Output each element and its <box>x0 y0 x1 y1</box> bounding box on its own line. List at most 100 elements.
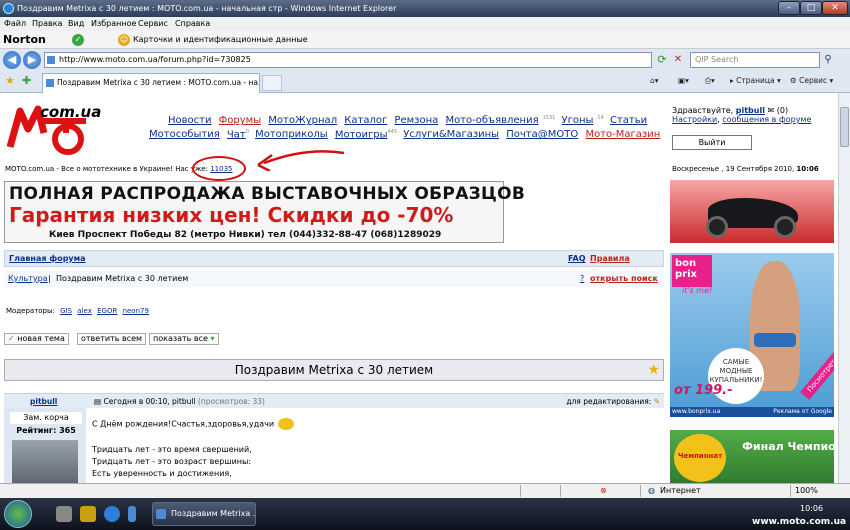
edit-icon[interactable]: ✎ <box>654 397 660 406</box>
page-menu[interactable]: ▸ Страница ▾ <box>730 76 781 85</box>
nav-journal[interactable]: МотоЖурнал <box>268 115 337 126</box>
moderator-link[interactable]: neon79 <box>123 307 149 315</box>
ksk-ad[interactable]: Чемпионат Финал Чемпионата КСК <box>670 430 834 483</box>
nav-news[interactable]: Новости <box>168 115 211 126</box>
post-line: Есть уверенность и достижения, <box>92 469 232 478</box>
ie-icon <box>156 509 166 519</box>
search-icon[interactable]: ⚲ <box>821 52 835 68</box>
close-button[interactable]: ✕ <box>822 1 848 15</box>
address-bar[interactable]: http://www.moto.com.ua/forum.php?id=7308… <box>44 52 652 68</box>
nav-classifieds[interactable]: Мото-объявления <box>445 115 538 126</box>
tab-label: Поздравим Metrixa с 30 летием : MOTO.com… <box>57 78 260 87</box>
feeds-icon[interactable]: ▣▾ <box>678 76 689 85</box>
back-icon[interactable]: ◀ <box>3 51 21 69</box>
window-title: Поздравим Metrixa с 30 летием : MOTO.com… <box>17 4 397 13</box>
username-link[interactable]: pitbull <box>736 106 765 115</box>
nav-thefts[interactable]: Угоны <box>562 115 594 126</box>
show-all-button[interactable]: показать все ▾ <box>149 333 219 345</box>
minimize-button[interactable]: – <box>778 1 800 15</box>
home-icon[interactable]: ⌂▾ <box>650 76 659 85</box>
moderator-link[interactable]: EGOR <box>97 307 117 315</box>
ie-icon[interactable] <box>104 506 120 522</box>
nav-jokes[interactable]: Мотоприколы <box>255 129 328 140</box>
nav-chat[interactable]: Чат <box>227 129 246 140</box>
taskbar: Поздравим Metrixa ... 10:06 <box>0 498 850 530</box>
forum-home-link[interactable]: Главная форума <box>9 251 86 266</box>
menu-help[interactable]: Справка <box>175 17 210 31</box>
add-favorite-icon[interactable]: ✚ <box>22 74 31 87</box>
menu-tools[interactable]: Сервис <box>138 17 168 31</box>
favorites-star-icon[interactable]: ★ <box>5 74 15 87</box>
print-icon[interactable]: ⎙▾ <box>705 76 715 86</box>
quicklaunch-icon[interactable] <box>128 506 136 522</box>
post-author-link[interactable]: pitbull <box>30 394 57 409</box>
nav-articles[interactable]: Статьи <box>610 115 647 126</box>
pm-icon[interactable]: ✉ <box>767 106 774 115</box>
nav-repair[interactable]: Ремзона <box>394 115 438 126</box>
chat-count: 0 <box>245 129 249 135</box>
thread-title: Поздравим Metrixa с 30 летием ★ <box>4 359 664 381</box>
tools-menu[interactable]: ⚙ Сервис ▾ <box>790 76 833 85</box>
nav-events[interactable]: Мотособытия <box>149 129 220 140</box>
forum-messages-link[interactable]: сообщения в форуме <box>722 115 811 124</box>
stop-icon[interactable]: ✕ <box>671 53 685 67</box>
new-topic-button[interactable]: ✓ новая тема <box>4 333 69 345</box>
zoom-level[interactable]: 100% <box>795 484 818 498</box>
new-tab-button[interactable] <box>262 75 282 91</box>
google-ads-label[interactable]: Реклама от Google <box>773 407 832 417</box>
search-input[interactable]: QIP Search <box>690 52 820 68</box>
bonprix-ad[interactable]: bon prix it's me! САМЫЕ МОДНЫЕ КУПАЛЬНИК… <box>670 253 834 417</box>
scroll-thumb[interactable] <box>840 107 849 147</box>
security-icon[interactable]: ⊗ <box>600 484 607 498</box>
tray-clock[interactable]: 10:06 <box>800 504 823 513</box>
logout-button[interactable]: Выйти <box>672 135 752 150</box>
help-link[interactable]: ? <box>580 270 584 287</box>
page-scrollbar[interactable] <box>838 93 850 483</box>
main-nav-row1: Новости Форумы МотоЖурнал Каталог Ремзон… <box>168 115 651 126</box>
site-logo[interactable]: com.ua <box>6 99 101 155</box>
user-panel: Зам. корча Рейтинг: 365 <box>4 408 86 483</box>
start-button[interactable] <box>4 500 32 528</box>
norton-toolbar: Norton ✓ ☺ Карточки и идентификационные … <box>0 31 850 49</box>
sale-banner[interactable]: ПОЛНАЯ РАСПРОДАЖА ВЫСТАВОЧНЫХ ОБРАЗЦОВ Г… <box>4 181 525 243</box>
menu-file[interactable]: Файл <box>4 17 26 31</box>
avatar[interactable] <box>12 440 78 483</box>
nav-forums[interactable]: Форумы <box>219 115 261 126</box>
nav-shop[interactable]: Мото-Магазин <box>585 129 660 140</box>
reply-all-button[interactable]: ответить всем <box>77 333 147 345</box>
moderator-link[interactable]: GIS <box>60 307 72 315</box>
scooter-ad[interactable] <box>670 180 834 243</box>
nav-catalog[interactable]: Каталог <box>344 115 387 126</box>
norton-identity-button[interactable]: Карточки и идентификационные данные <box>133 35 308 44</box>
open-search-link[interactable]: открыть поиск <box>590 270 658 287</box>
tab-active[interactable]: Поздравим Metrixa с 30 летием : MOTO.com… <box>42 73 260 93</box>
menu-view[interactable]: Вид <box>68 17 84 31</box>
menu-edit[interactable]: Правка <box>32 17 62 31</box>
identity-icon[interactable]: ☺ <box>118 34 130 46</box>
post-line: Тридцать лет - это возраст вершины: <box>92 457 252 466</box>
nav-games[interactable]: Мотоигры <box>335 129 388 140</box>
menu-favorites[interactable]: Избранное <box>91 17 136 31</box>
expand-icon[interactable]: ▾ <box>653 270 657 287</box>
maximize-button[interactable]: □ <box>800 1 822 15</box>
faq-link[interactable]: FAQ <box>568 251 586 266</box>
breadcrumb-category[interactable]: Культура <box>8 270 48 287</box>
settings-link[interactable]: Настройки <box>672 115 717 124</box>
address-row: ◀ ▶ http://www.moto.com.ua/forum.php?id=… <box>0 49 850 71</box>
quicklaunch-icon[interactable] <box>80 506 96 522</box>
nav-mail[interactable]: Почта@MOTO <box>506 129 578 140</box>
refresh-icon[interactable]: ⟳ <box>655 53 669 67</box>
nav-services[interactable]: Услуги&Магазины <box>403 129 499 140</box>
status-bar: ⊗ ◍ Интернет 100% <box>0 483 850 498</box>
doc-icon: ▤ <box>94 397 102 406</box>
quicklaunch-icon[interactable] <box>56 506 72 522</box>
moderator-link[interactable]: alex <box>77 307 92 315</box>
norton-logo[interactable]: Norton <box>3 33 46 46</box>
check-icon[interactable]: ✓ <box>72 34 84 46</box>
favorite-star-icon[interactable]: ★ <box>647 362 660 378</box>
ksk-logo: Чемпионат <box>674 434 726 482</box>
taskbar-ie-window[interactable]: Поздравим Metrixa ... <box>152 502 256 526</box>
forward-icon[interactable]: ▶ <box>23 51 41 69</box>
bikini-image <box>754 333 796 347</box>
globe-icon: ◍ <box>648 486 655 495</box>
